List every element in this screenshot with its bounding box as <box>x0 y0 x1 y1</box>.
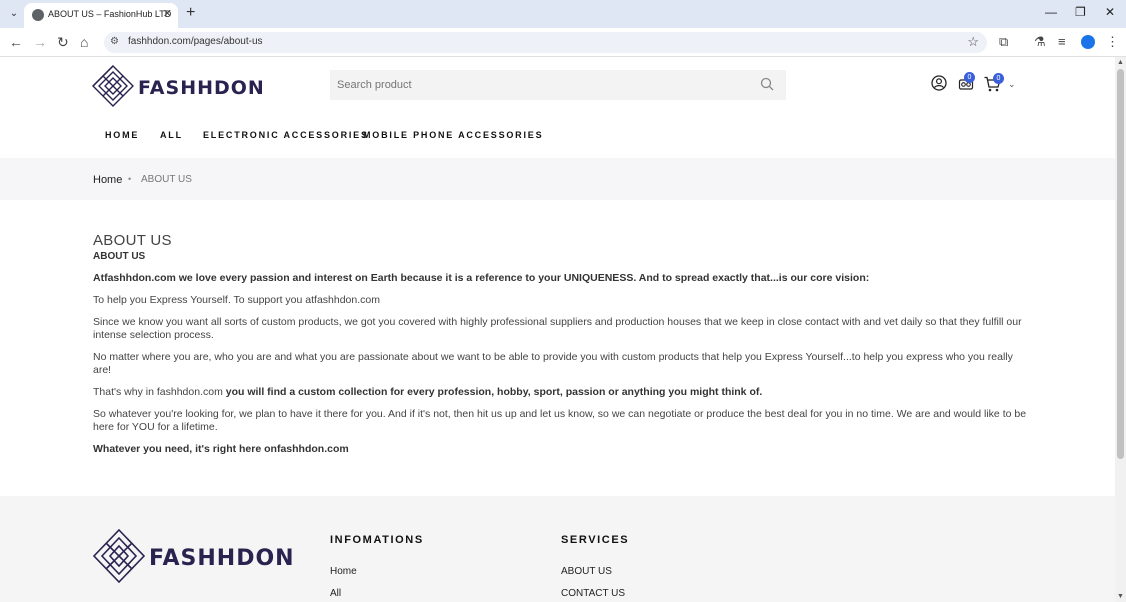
browser-tab-strip: ⌄ ABOUT US – FashionHub LTD ✕ + — ❐ ✕ <box>0 0 1126 28</box>
media-icon[interactable]: ≡ <box>1058 34 1066 49</box>
labs-icon[interactable]: ⚗ <box>1034 34 1046 50</box>
paragraph-suppliers: Since we know you want all sorts of cust… <box>93 316 1022 341</box>
breadcrumb-current: ABOUT US <box>141 174 192 185</box>
close-window-icon[interactable]: ✕ <box>1105 5 1115 19</box>
collection-prefix: That's why in fashhdon.com <box>93 386 226 398</box>
scroll-up-icon[interactable]: ▲ <box>1117 59 1124 66</box>
minimize-icon[interactable]: — <box>1045 5 1057 19</box>
paragraph-vision-text: Atfashhdon.com we love every passion and… <box>93 272 870 284</box>
search-icon[interactable] <box>760 77 774 91</box>
breadcrumb-separator: • <box>128 174 132 184</box>
account-icon[interactable] <box>931 75 947 91</box>
page-title: ABOUT US <box>93 232 172 249</box>
bookmark-star-icon[interactable]: ☆ <box>967 34 979 50</box>
globe-icon <box>32 9 44 21</box>
back-icon[interactable]: ← <box>9 34 23 50</box>
nav-item-home[interactable]: HOME <box>105 130 139 140</box>
paragraph-lifetime: So whatever you're looking for, we plan … <box>93 408 1027 433</box>
nav-item-mobile-phone-accessories[interactable]: MOBILE PHONE ACCESSORIES <box>363 130 543 140</box>
fashhdon-logo[interactable]: FASHHDON <box>92 65 262 107</box>
forward-icon[interactable]: → <box>33 34 47 50</box>
footer-link-home[interactable]: Home <box>330 566 357 577</box>
footer-services-title: SERVICES <box>561 534 630 546</box>
footer-link-contact-us[interactable]: CONTACT US <box>561 588 625 599</box>
about-content: ABOUT US ABOUT US Atfashhdon.com we love… <box>93 233 1033 456</box>
cart-dropdown-icon[interactable]: ⌄ <box>1008 79 1016 90</box>
wishlist-count-badge: 0 <box>964 72 975 83</box>
nav-item-all[interactable]: ALL <box>160 130 183 140</box>
cart-count-badge: 0 <box>993 73 1004 84</box>
reload-icon[interactable]: ↻ <box>57 34 69 51</box>
restore-icon[interactable]: ❐ <box>1075 5 1086 19</box>
paragraph-passion: No matter where you are, who you are and… <box>93 351 1013 376</box>
extensions-icon[interactable]: ⧉ <box>999 34 1008 50</box>
page-subtitle: ABOUT US <box>93 251 146 262</box>
search-box[interactable] <box>330 70 786 100</box>
profile-avatar[interactable] <box>1081 35 1095 49</box>
address-bar[interactable]: ⚙ fashhdon.com/pages/about-us ☆ <box>104 32 987 53</box>
site-info-icon[interactable]: ⚙ <box>110 36 119 47</box>
page-scrollbar[interactable]: ▲ ▼ <box>1115 57 1126 602</box>
browser-tab[interactable]: ABOUT US – FashionHub LTD ✕ <box>24 3 178 28</box>
home-icon[interactable]: ⌂ <box>80 34 88 50</box>
paragraph-express: To help you Express Yourself. To support… <box>93 294 380 306</box>
svg-text:FASHHDON: FASHHDON <box>138 77 262 99</box>
nav-item-electronic-accessories[interactable]: ELECTRONIC ACCESSORIES <box>203 130 369 140</box>
search-input[interactable] <box>330 70 786 100</box>
url-text[interactable]: fashhdon.com/pages/about-us <box>128 36 263 47</box>
web-page: FASHHDON 0 0 ⌄ HOME ALL ELECTRONIC ACCES… <box>0 57 1115 602</box>
menu-icon[interactable]: ⋮ <box>1106 34 1119 50</box>
tab-search-icon[interactable]: ⌄ <box>6 7 22 21</box>
breadcrumb: Home • ABOUT US <box>0 158 1115 200</box>
browser-toolbar: ← → ↻ ⌂ ⚙ fashhdon.com/pages/about-us ☆ … <box>0 28 1126 57</box>
footer-link-all[interactable]: All <box>330 588 341 599</box>
paragraph-vision: Atfashhdon.com we love every passion and… <box>93 272 1033 285</box>
paragraph-closing: Whatever you need, it's right here onfas… <box>93 443 1033 456</box>
footer-informations-title: INFOMATIONS <box>330 534 424 546</box>
tab-title: ABOUT US – FashionHub LTD <box>48 9 172 19</box>
scroll-down-icon[interactable]: ▼ <box>1117 593 1124 600</box>
scrollbar-thumb[interactable] <box>1117 69 1124 459</box>
footer-link-about-us[interactable]: ABOUT US <box>561 566 612 577</box>
new-tab-icon[interactable]: + <box>186 4 195 22</box>
collection-bold: you will find a custom collection for ev… <box>225 386 763 398</box>
closing-text: Whatever you need, it's right here onfas… <box>93 443 349 455</box>
close-tab-icon[interactable]: ✕ <box>163 7 172 20</box>
breadcrumb-home-link[interactable]: Home <box>93 174 122 186</box>
site-footer: FASHHDON INFOMATIONS Home All SERVICES A… <box>0 496 1115 602</box>
footer-logo[interactable]: FASHHDON <box>93 529 295 583</box>
paragraph-collection: That's why in fashhdon.com you will find… <box>93 386 1033 399</box>
svg-text:FASHHDON: FASHHDON <box>149 546 295 571</box>
